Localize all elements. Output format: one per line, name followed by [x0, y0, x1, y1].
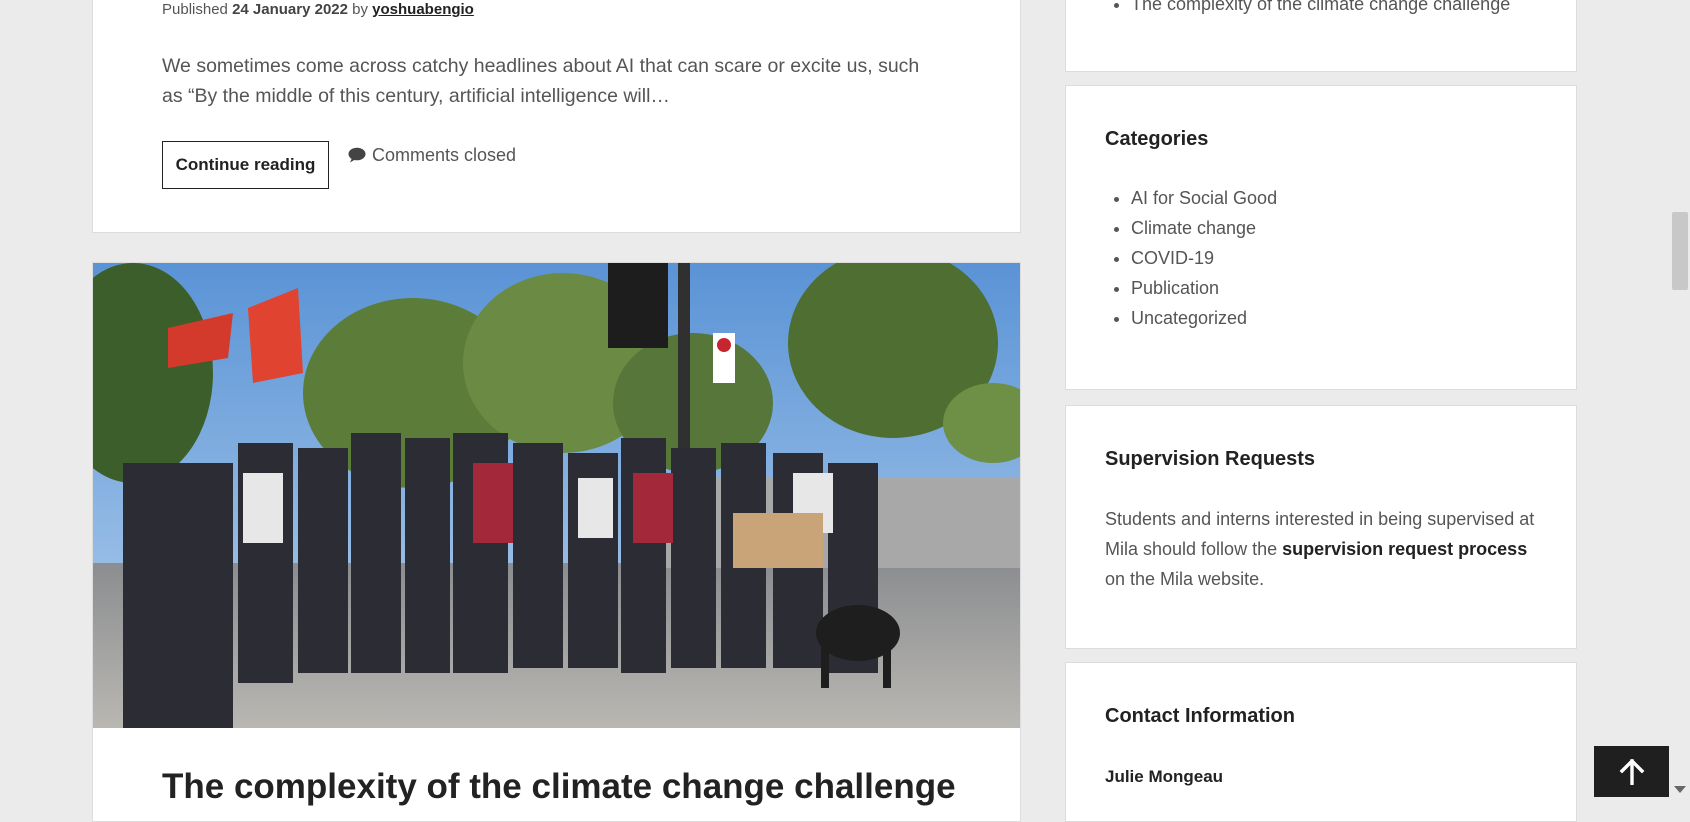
- vertical-scrollbar[interactable]: [1670, 0, 1690, 797]
- published-label: Published: [162, 1, 228, 18]
- category-link-ai-for-social-good[interactable]: AI for Social Good: [1131, 183, 1277, 213]
- back-to-top-button[interactable]: [1594, 746, 1669, 797]
- author-link[interactable]: yoshuabengio: [372, 1, 474, 18]
- supervision-text: Students and interns interested in being…: [1105, 504, 1535, 594]
- categories-widget: Categories AI for Social Good Climate ch…: [1065, 85, 1577, 390]
- category-link-covid-19[interactable]: COVID-19: [1131, 243, 1277, 273]
- post-card: The complexity of the climate change cha…: [92, 262, 1021, 822]
- comments-label: Comments closed: [372, 144, 517, 165]
- category-link-climate-change[interactable]: Climate change: [1131, 213, 1277, 243]
- arrow-up-icon: [1619, 746, 1645, 785]
- post-excerpt: We sometimes come across catchy headline…: [162, 55, 920, 107]
- categories-list: AI for Social Good Climate change COVID-…: [1105, 183, 1277, 333]
- scroll-down-arrow-icon[interactable]: [1674, 786, 1686, 793]
- post-date: 24 January 2022: [232, 1, 348, 18]
- category-link-publication[interactable]: Publication: [1131, 273, 1277, 303]
- comments-status: Comments closed: [348, 144, 516, 166]
- contact-name: Julie Mongeau: [1105, 767, 1224, 786]
- contact-title: Contact Information: [1105, 705, 1295, 727]
- recent-posts-widget: The complexity of the climate change cha…: [1065, 0, 1577, 72]
- post-excerpt-card: Published 24 January 2022 by yoshuabengi…: [92, 0, 1021, 233]
- supervision-title: Supervision Requests: [1105, 448, 1316, 470]
- supervision-text-after: on the Mila website.: [1105, 569, 1265, 589]
- recent-post-link[interactable]: The complexity of the climate change cha…: [1131, 0, 1510, 19]
- featured-image[interactable]: [93, 263, 1020, 728]
- contact-widget: Contact Information Julie Mongeau: [1065, 662, 1577, 822]
- by-label: by: [352, 1, 368, 18]
- post-meta: Published 24 January 2022 by yoshuabengi…: [162, 1, 474, 18]
- speech-bubble-icon: [348, 147, 366, 163]
- supervision-widget: Supervision Requests Students and intern…: [1065, 405, 1577, 649]
- continue-reading-button[interactable]: Continue reading: [162, 141, 329, 189]
- post-title[interactable]: The complexity of the climate change cha…: [162, 767, 956, 807]
- supervision-request-link[interactable]: supervision request process: [1282, 539, 1527, 559]
- category-link-uncategorized[interactable]: Uncategorized: [1131, 303, 1277, 333]
- scrollbar-thumb[interactable]: [1672, 212, 1688, 290]
- recent-posts-list: The complexity of the climate change cha…: [1105, 0, 1510, 19]
- categories-title: Categories: [1105, 128, 1209, 150]
